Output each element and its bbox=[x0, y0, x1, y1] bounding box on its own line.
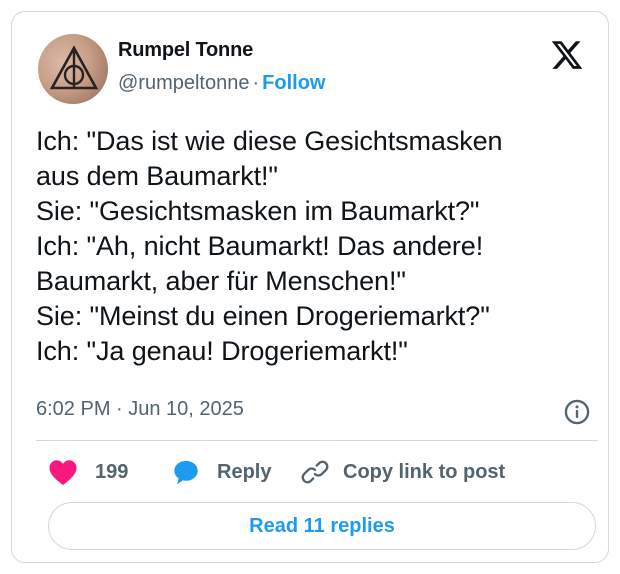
author-handle[interactable]: @rumpeltonne bbox=[118, 72, 249, 94]
author-handle-row: @rumpeltonne · Follow bbox=[118, 72, 325, 95]
post-text: Ich: "Das ist wie diese Gesichtsmasken a… bbox=[36, 124, 596, 369]
read-replies-button[interactable]: Read 11 replies bbox=[48, 502, 596, 550]
post-line: aus dem Baumarkt!" bbox=[36, 161, 278, 191]
divider bbox=[36, 440, 598, 441]
like-button[interactable]: 199 bbox=[48, 458, 128, 486]
author-name[interactable]: Rumpel Tonne bbox=[118, 39, 253, 62]
post-line: Sie: "Meinst du einen Drogeriemarkt?" bbox=[36, 301, 490, 331]
post-timestamp[interactable]: 6:02 PM · Jun 10, 2025 bbox=[36, 398, 244, 421]
post-line: Sie: "Gesichtsmasken im Baumarkt?" bbox=[36, 196, 480, 226]
reply-label: Reply bbox=[217, 460, 272, 483]
copy-link-label: Copy link to post bbox=[343, 460, 506, 483]
separator-dot: · bbox=[252, 72, 260, 94]
copy-link-button[interactable]: Copy link to post bbox=[301, 458, 505, 486]
x-logo-icon[interactable] bbox=[550, 38, 584, 72]
like-count: 199 bbox=[95, 460, 129, 483]
avatar[interactable] bbox=[38, 34, 108, 104]
read-replies-label: Read 11 replies bbox=[249, 514, 395, 537]
post-card: Rumpel Tonne @rumpeltonne · Follow Ich: "D… bbox=[11, 11, 609, 563]
post-line: Ich: "Ah, nicht Baumarkt! Das andere! bbox=[36, 231, 484, 261]
post-line: Ich: "Das ist wie diese Gesichtsmasken bbox=[36, 126, 503, 156]
follow-link[interactable]: Follow bbox=[262, 72, 325, 94]
link-icon bbox=[301, 460, 329, 484]
post-line: Baumarkt, aber für Menschen!" bbox=[36, 266, 406, 296]
reply-button[interactable]: Reply bbox=[172, 458, 271, 486]
info-icon[interactable] bbox=[563, 398, 591, 426]
speech-bubble-icon bbox=[174, 460, 198, 485]
post-line: Ich: "Ja genau! Drogeriemarkt!" bbox=[36, 336, 408, 366]
tattoo-symbol-icon bbox=[49, 45, 99, 90]
heart-icon bbox=[49, 460, 77, 486]
